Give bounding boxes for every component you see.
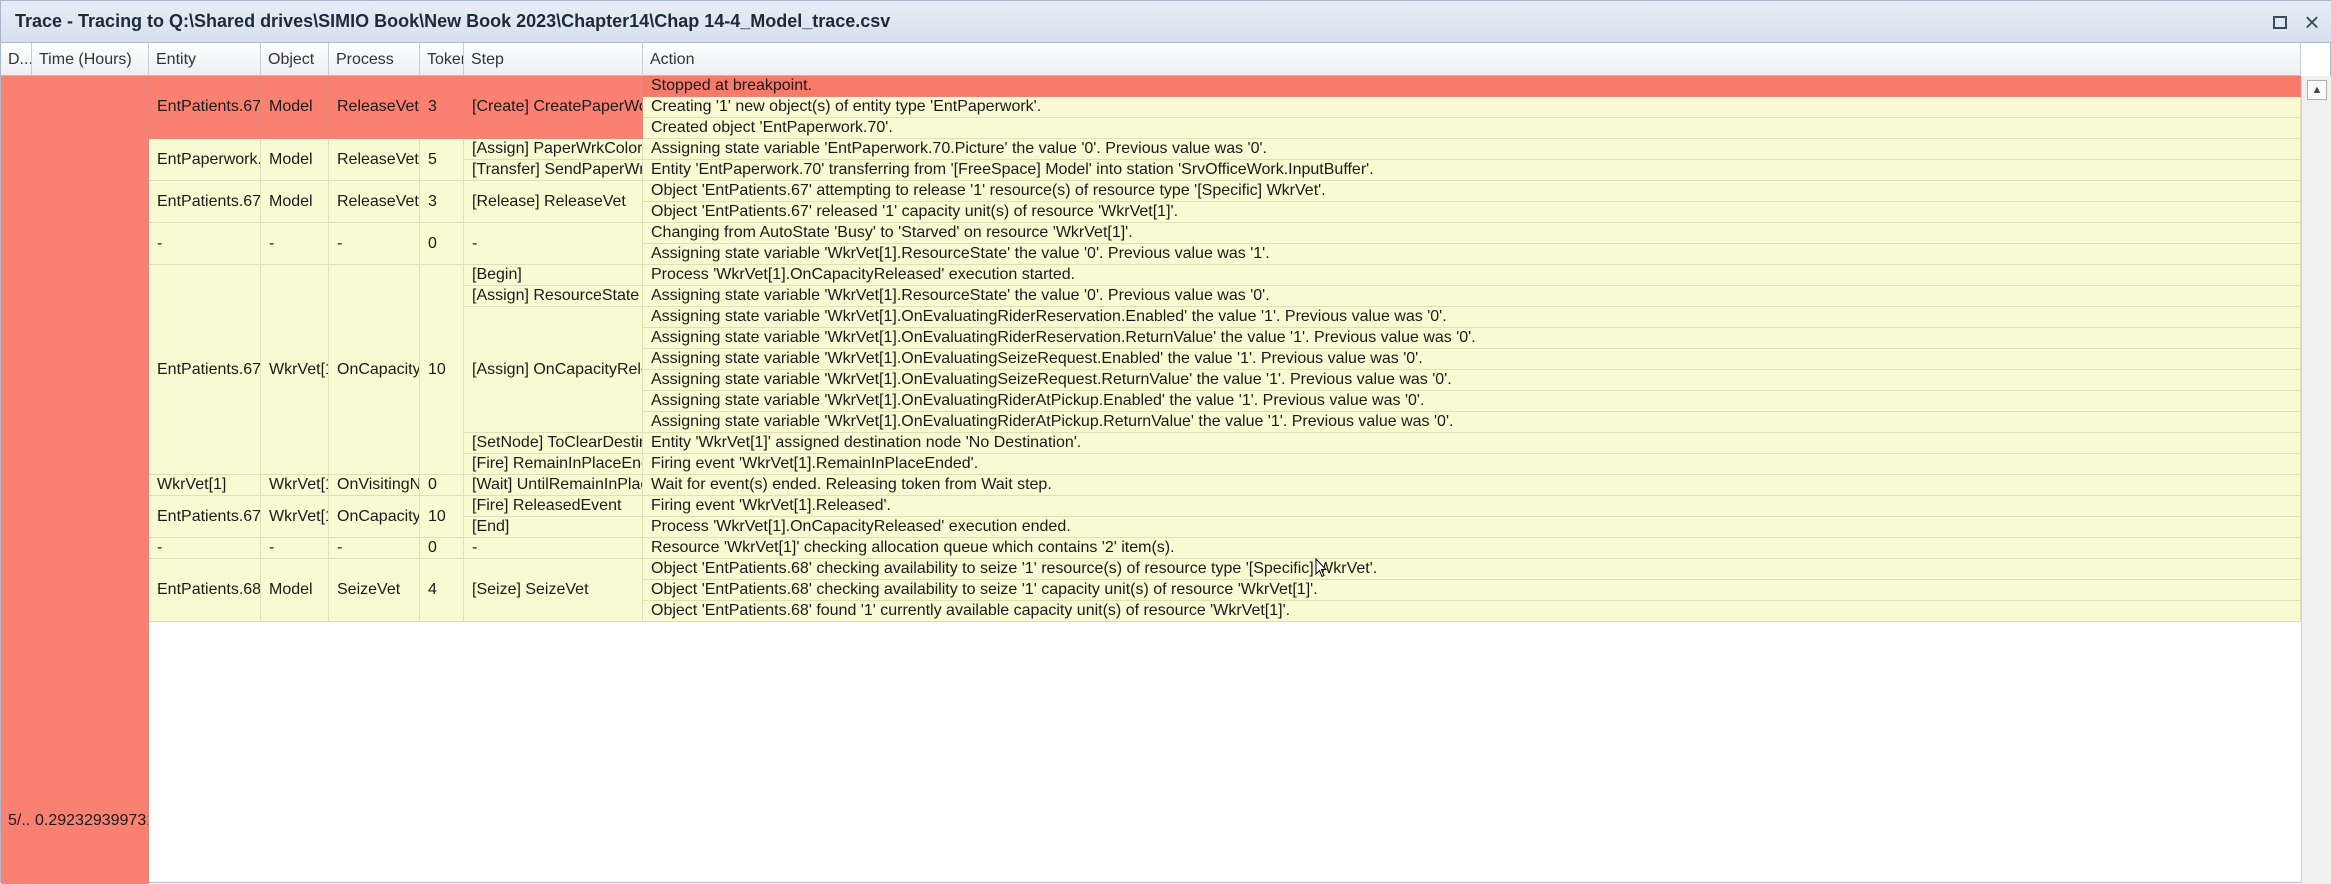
action-cell[interactable]: Firing event 'WkrVet[1].Released'. [643,496,2301,517]
column-header-row: D... Time (Hours) Entity Object Process … [1,43,2301,76]
step-cell[interactable]: [Fire] RemainInPlaceEndedEvent [464,454,643,475]
entity-cell[interactable]: EntPatients.67 [149,181,261,223]
entity-cell[interactable]: WkrVet[1] [149,475,261,496]
action-cell[interactable]: Object 'EntPatients.67' attempting to re… [643,181,2301,202]
trace-window: Trace - Tracing to Q:\Shared drives\SIMI… [0,0,2331,884]
action-cell[interactable]: Changing from AutoState 'Busy' to 'Starv… [643,223,2301,244]
step-cell[interactable]: - [464,223,643,265]
object-cell[interactable]: Model [261,559,329,622]
object-cell[interactable]: WkrVet[1] [261,265,329,475]
token-cell[interactable]: 3 [420,76,464,139]
step-cell[interactable]: [Create] CreatePaperWork [464,76,643,139]
object-cell[interactable]: - [261,223,329,265]
column-header-time[interactable]: Time (Hours) [32,43,149,76]
column-header-process[interactable]: Process [329,43,420,76]
token-cell[interactable]: 3 [420,181,464,223]
process-cell[interactable]: ReleaseVet [329,139,420,181]
vertical-scrollbar[interactable]: ▲ [2301,76,2331,884]
action-cell[interactable]: Object 'EntPatients.68' found '1' curren… [643,601,2301,622]
mouse-pointer-icon [1315,558,1327,578]
action-cell[interactable]: Assigning state variable 'WkrVet[1].Reso… [643,286,2301,307]
action-cell[interactable]: Stopped at breakpoint. [643,76,2301,97]
scroll-up-arrow-icon[interactable]: ▲ [2307,80,2327,100]
action-cell[interactable]: Object 'EntPatients.67' released '1' cap… [643,202,2301,223]
action-cell[interactable]: Assigning state variable 'WkrVet[1].OnEv… [643,412,2301,433]
column-header-token[interactable]: Token [420,43,464,76]
object-cell[interactable]: Model [261,139,329,181]
object-cell[interactable]: WkrVet[1] [261,496,329,538]
step-cell[interactable]: [Assign] ResourceState [464,286,643,307]
object-cell[interactable]: Model [261,181,329,223]
process-cell[interactable]: - [329,223,420,265]
object-cell[interactable]: - [261,538,329,559]
grid-body: 5/... 0.292329399731871 EntPatients.67Mo… [1,76,2301,884]
step-cell[interactable]: [Seize] SeizeVet [464,559,643,622]
action-cell[interactable]: Assigning state variable 'WkrVet[1].Reso… [643,244,2301,265]
process-cell[interactable]: OnCapacityRel... [329,265,420,475]
action-cell[interactable]: Process 'WkrVet[1].OnCapacityReleased' e… [643,517,2301,538]
process-cell[interactable]: ReleaseVet [329,181,420,223]
token-cell[interactable]: 5 [420,139,464,181]
entity-cell[interactable]: - [149,223,261,265]
action-cell[interactable]: Process 'WkrVet[1].OnCapacityReleased' e… [643,265,2301,286]
window-title: Trace - Tracing to Q:\Shared drives\SIMI… [15,11,891,31]
action-cell[interactable]: Assigning state variable 'WkrVet[1].OnEv… [643,370,2301,391]
step-cell[interactable]: [Assign] PaperWrkColor [464,139,643,160]
step-cell[interactable]: [SetNode] ToClearDestination [464,433,643,454]
entity-cell[interactable]: EntPatients.67 [149,76,261,139]
action-cell[interactable]: Object 'EntPatients.68' checking availab… [643,559,2301,580]
token-cell[interactable]: 0 [420,475,464,496]
entity-cell[interactable]: EntPatients.67 [149,265,261,475]
trace-grid: D... Time (Hours) Entity Object Process … [1,43,2331,884]
step-cell[interactable]: [Release] ReleaseVet [464,181,643,223]
action-cell[interactable]: Firing event 'WkrVet[1].RemainInPlaceEnd… [643,454,2301,475]
step-cell[interactable]: - [464,538,643,559]
action-cell[interactable]: Resource 'WkrVet[1]' checking allocation… [643,538,2301,559]
process-cell[interactable]: OnCapacityRel... [329,496,420,538]
token-cell[interactable]: 4 [420,559,464,622]
action-cell[interactable]: Wait for event(s) ended. Releasing token… [643,475,2301,496]
entity-cell[interactable]: EntPaperwork.70 [149,139,261,181]
step-cell[interactable]: [Assign] OnCapacityReleasedAss... [464,307,643,433]
step-cell[interactable]: [Begin] [464,265,643,286]
token-cell[interactable]: 0 [420,538,464,559]
object-cell[interactable]: WkrVet[1] [261,475,329,496]
action-cell[interactable]: Entity 'EntPaperwork.70' transferring fr… [643,160,2301,181]
action-cell[interactable]: Assigning state variable 'WkrVet[1].OnEv… [643,328,2301,349]
entity-cell[interactable]: EntPatients.67 [149,496,261,538]
process-cell[interactable]: SeizeVet [329,559,420,622]
entity-cell[interactable]: - [149,538,261,559]
action-cell[interactable]: Assigning state variable 'EntPaperwork.7… [643,139,2301,160]
entity-cell[interactable]: EntPatients.68 [149,559,261,622]
title-bar: Trace - Tracing to Q:\Shared drives\SIMI… [1,1,2331,43]
action-cell[interactable]: Assigning state variable 'WkrVet[1].OnEv… [643,307,2301,328]
token-cell[interactable]: 10 [420,265,464,475]
token-cell[interactable]: 10 [420,496,464,538]
merged-date-cell[interactable]: 5/... [1,76,32,884]
step-cell[interactable]: [Fire] ReleasedEvent [464,496,643,517]
column-header-step[interactable]: Step [464,43,643,76]
column-header-action[interactable]: Action [643,43,2301,76]
action-cell[interactable]: Created object 'EntPaperwork.70'. [643,118,2301,139]
maximize-icon[interactable] [2268,10,2292,34]
object-cell[interactable]: Model [261,76,329,139]
action-cell[interactable]: Creating '1' new object(s) of entity typ… [643,97,2301,118]
close-icon[interactable]: × [2300,7,2324,37]
step-cell[interactable]: [Transfer] SendPaperWrkServer [464,160,643,181]
action-cell[interactable]: Object 'EntPatients.68' checking availab… [643,580,2301,601]
action-cell[interactable]: Entity 'WkrVet[1]' assigned destination … [643,433,2301,454]
column-header-entity[interactable]: Entity [149,43,261,76]
step-cell[interactable]: [End] [464,517,643,538]
action-cell[interactable]: Assigning state variable 'WkrVet[1].OnEv… [643,391,2301,412]
column-header-date[interactable]: D... [1,43,32,76]
process-cell[interactable]: ReleaseVet [329,76,420,139]
action-cell[interactable]: Assigning state variable 'WkrVet[1].OnEv… [643,349,2301,370]
column-header-object[interactable]: Object [261,43,329,76]
token-cell[interactable]: 0 [420,223,464,265]
step-cell[interactable]: [Wait] UntilRemainInPlaceEnded [464,475,643,496]
process-cell[interactable]: - [329,538,420,559]
merged-time-cell[interactable]: 0.292329399731871 [32,76,149,884]
process-cell[interactable]: OnVisitingNode [329,475,420,496]
